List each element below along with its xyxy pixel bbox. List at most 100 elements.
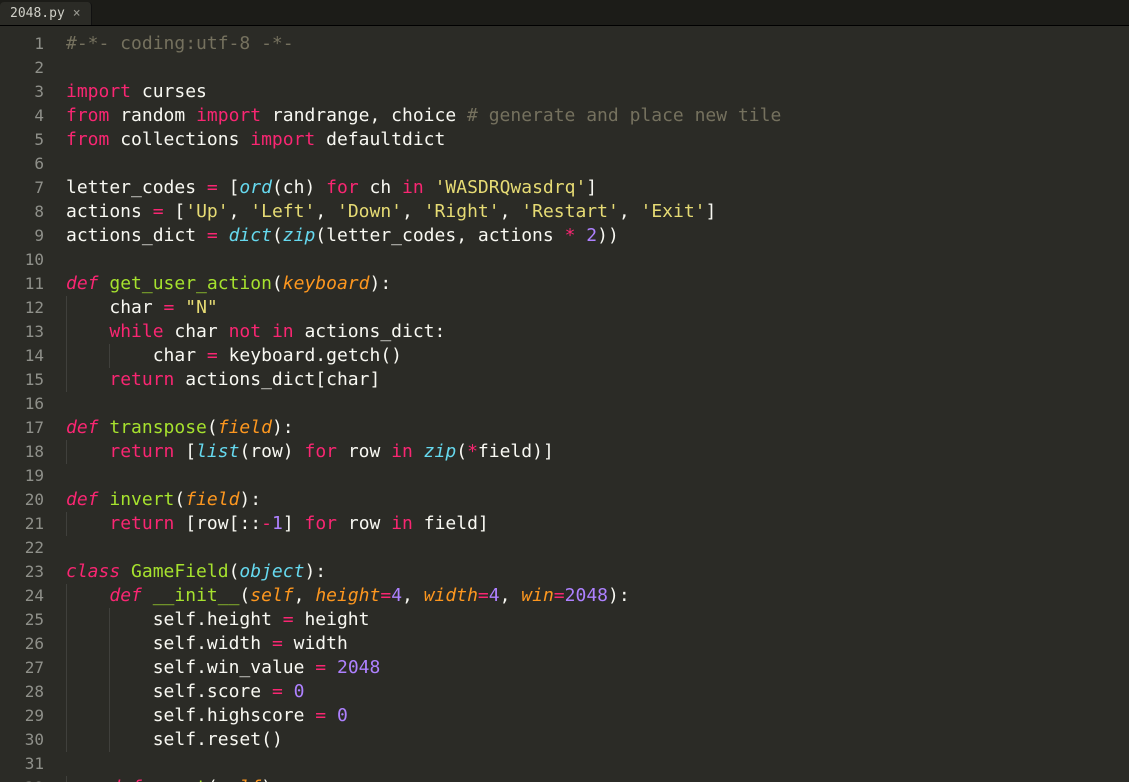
gutter-line-number: 31 [0, 752, 44, 776]
token-bi: object [239, 561, 304, 582]
code-editor[interactable]: 1234567891011121314151617181920212223242… [0, 26, 1129, 782]
token-pu: . [196, 705, 207, 726]
code-line[interactable]: self.width = width [66, 632, 1129, 656]
token-id: getch [326, 345, 380, 366]
token-id: choice [380, 105, 467, 126]
token-kw-i: def [109, 777, 142, 782]
token-kw-i: def [66, 489, 99, 510]
token-id [131, 81, 142, 102]
token-c: #-*- coding:utf-8 -*- [66, 33, 294, 54]
token-id: self [153, 609, 196, 630]
gutter: 1234567891011121314151617181920212223242… [0, 26, 54, 782]
token-op: - [261, 513, 272, 534]
token-id: actions_dict [66, 225, 207, 246]
gutter-line-number: 10 [0, 248, 44, 272]
token-id [142, 777, 153, 782]
token-id: actions_dict [174, 369, 315, 390]
token-id: actions [66, 201, 153, 222]
tab-bar: 2048.py × [0, 0, 1129, 26]
token-id: field [413, 513, 478, 534]
code-line[interactable]: letter_codes = [ord(ch) for ch in 'WASDR… [66, 176, 1129, 200]
code-line[interactable] [66, 752, 1129, 776]
token-id [315, 177, 326, 198]
token-op: * [565, 225, 576, 246]
code-line[interactable]: self.height = height [66, 608, 1129, 632]
token-kw-i: def [109, 585, 142, 606]
gutter-line-number: 11 [0, 272, 44, 296]
code-line[interactable]: def transpose(field): [66, 416, 1129, 440]
gutter-line-number: 28 [0, 680, 44, 704]
token-pa: width [424, 585, 478, 606]
code-line[interactable]: import curses [66, 80, 1129, 104]
token-bi: zip [283, 225, 316, 246]
gutter-line-number: 6 [0, 152, 44, 176]
code-line[interactable]: actions_dict = dict(zip(letter_codes, ac… [66, 224, 1129, 248]
token-st: 'Exit' [641, 201, 706, 222]
token-pu: ] [706, 201, 717, 222]
code-line[interactable]: while char not in actions_dict: [66, 320, 1129, 344]
token-st: "N" [185, 297, 218, 318]
token-id: self [153, 681, 196, 702]
code-line[interactable]: def __init__(self, height=4, width=4, wi… [66, 584, 1129, 608]
token-kw-i: def [66, 417, 99, 438]
token-fn: transpose [109, 417, 207, 438]
token-kw: import [250, 129, 315, 150]
token-id: ch [283, 177, 305, 198]
code-line[interactable] [66, 152, 1129, 176]
token-fn: invert [109, 489, 174, 510]
token-op: = [380, 585, 391, 606]
token-pu: [ [185, 513, 196, 534]
token-pu: ) [304, 561, 315, 582]
code-area[interactable]: #-*- coding:utf-8 -*- import cursesfrom … [54, 26, 1129, 782]
code-line[interactable]: return actions_dict[char] [66, 368, 1129, 392]
code-line[interactable]: #-*- coding:utf-8 -*- [66, 32, 1129, 56]
token-pu: : [435, 321, 446, 342]
code-line[interactable]: return [list(row) for row in zip(*field)… [66, 440, 1129, 464]
code-line[interactable]: char = "N" [66, 296, 1129, 320]
code-line[interactable]: return [row[::-1] for row in field] [66, 512, 1129, 536]
code-line[interactable]: from random import randrange, choice # g… [66, 104, 1129, 128]
code-line[interactable] [66, 536, 1129, 560]
gutter-line-number: 29 [0, 704, 44, 728]
token-nu: 1 [272, 513, 283, 534]
token-kw: in [391, 513, 413, 534]
gutter-line-number: 19 [0, 464, 44, 488]
token-pu: ( [315, 225, 326, 246]
token-pu: ( [174, 489, 185, 510]
token-id: win_value [207, 657, 315, 678]
token-id [413, 441, 424, 462]
code-line[interactable]: char = keyboard.getch() [66, 344, 1129, 368]
token-nu: 0 [294, 681, 305, 702]
token-pa: self [218, 777, 261, 782]
code-line[interactable] [66, 248, 1129, 272]
code-line[interactable]: def reset(self): [66, 776, 1129, 782]
code-line[interactable] [66, 56, 1129, 80]
token-pu: ) [369, 273, 380, 294]
token-id: char [109, 297, 163, 318]
token-st: 'Left' [250, 201, 315, 222]
code-line[interactable]: self.highscore = 0 [66, 704, 1129, 728]
code-line[interactable] [66, 392, 1129, 416]
code-line[interactable]: class GameField(object): [66, 560, 1129, 584]
code-line[interactable]: from collections import defaultdict [66, 128, 1129, 152]
close-icon[interactable]: × [73, 6, 81, 21]
code-line[interactable]: def invert(field): [66, 488, 1129, 512]
code-line[interactable] [66, 464, 1129, 488]
token-kw: while [109, 321, 163, 342]
code-line[interactable]: self.reset() [66, 728, 1129, 752]
token-id [142, 585, 153, 606]
code-line[interactable]: self.win_value = 2048 [66, 656, 1129, 680]
token-id: row [196, 513, 229, 534]
token-pu: ) [608, 585, 619, 606]
file-tab[interactable]: 2048.py × [0, 2, 92, 25]
gutter-line-number: 3 [0, 80, 44, 104]
token-id [99, 489, 110, 510]
token-id: self [153, 729, 196, 750]
code-line[interactable]: self.score = 0 [66, 680, 1129, 704]
code-line[interactable]: actions = ['Up', 'Left', 'Down', 'Right'… [66, 200, 1129, 224]
token-nu: 2048 [565, 585, 608, 606]
code-line[interactable]: def get_user_action(keyboard): [66, 272, 1129, 296]
token-op: * [467, 441, 478, 462]
token-pu: [ [174, 201, 185, 222]
token-pu: [ [315, 369, 326, 390]
